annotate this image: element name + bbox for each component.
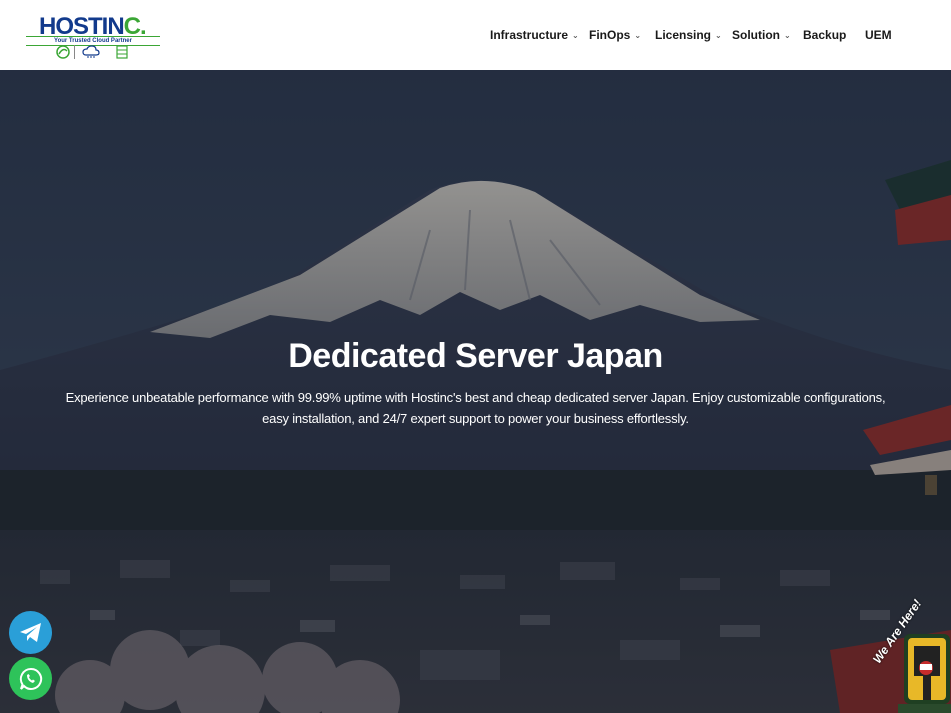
hero-section: Dedicated Server Japan Experience unbeat… <box>0 70 951 713</box>
hero-description: Experience unbeatable performance with 9… <box>65 390 886 426</box>
live-chat-badge[interactable]: We Are Here! <box>868 597 951 713</box>
nav-infrastructure[interactable]: Infrastructure ⌄ <box>490 27 579 44</box>
whatsapp-icon <box>19 667 42 690</box>
server-icon <box>116 45 128 59</box>
nav-solution[interactable]: Solution ⌄ <box>732 27 791 44</box>
nav-licensing[interactable]: Licensing ⌄ <box>655 27 722 44</box>
site-header: HOSTINC. Your Trusted Cloud Partner Infr… <box>0 0 951 70</box>
hero-title: Dedicated Server Japan <box>288 337 663 375</box>
chevron-down-icon: ⌄ <box>572 31 579 40</box>
chevron-down-icon: ⌄ <box>634 31 642 40</box>
chevron-down-icon: ⌄ <box>715 31 722 40</box>
nav-backup[interactable]: Backup <box>803 27 846 43</box>
whatsapp-button[interactable] <box>9 657 52 700</box>
nav-uem[interactable]: UEM <box>865 27 892 43</box>
chevron-down-icon: ⌄ <box>784 31 791 40</box>
hostinc-logo[interactable]: HOSTINC. Your Trusted Cloud Partner <box>26 14 160 62</box>
divider-icon <box>74 45 75 59</box>
telegram-icon <box>19 622 41 642</box>
globe-icon <box>56 45 70 59</box>
telegram-button[interactable] <box>9 611 52 654</box>
cloud-icon <box>82 45 100 58</box>
logo-icons <box>54 45 134 61</box>
nav-finops[interactable]: FinOps ⌄ <box>589 27 641 44</box>
